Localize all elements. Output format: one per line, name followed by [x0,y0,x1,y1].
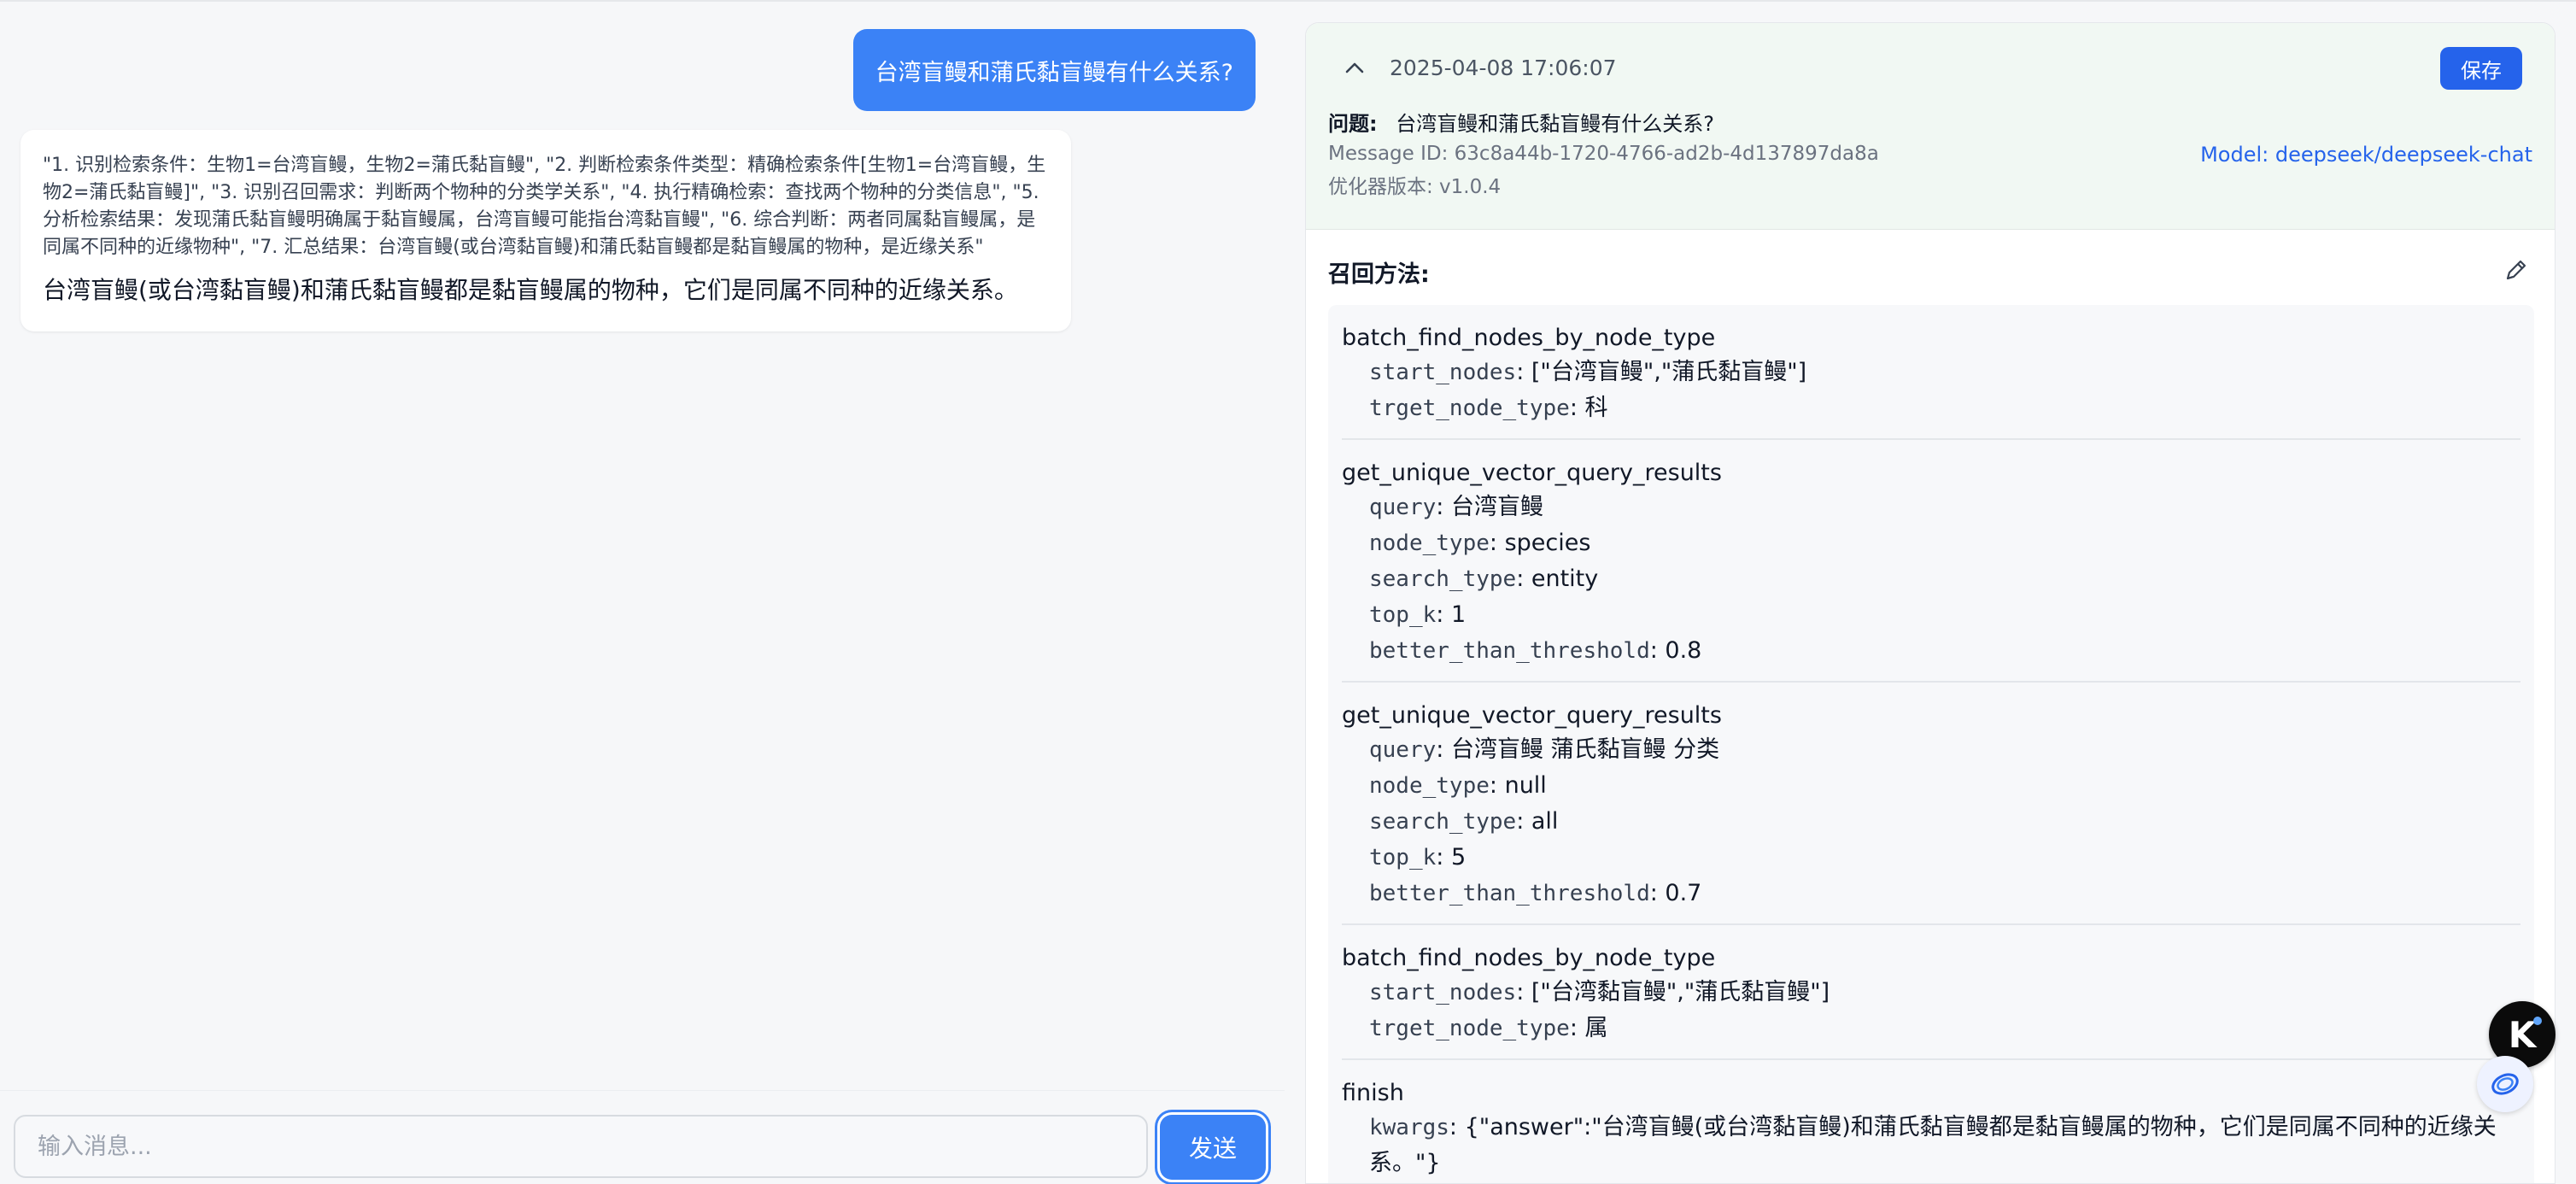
message-id: Message ID: 63c8a44b-1720-4766-ad2b-4d13… [1328,143,1879,165]
param-key: search_type [1369,809,1517,835]
method-param: start_nodes: ["台湾盲鳗","蒲氏黏盲鳗"] [1342,355,2520,390]
param-key: top_k [1369,845,1437,870]
method-param: node_type: null [1342,768,2520,804]
param-key: start_nodes [1369,980,1517,1005]
method-param: trget_node_type: 属 [1342,1011,2520,1046]
param-value: null [1504,772,1547,799]
param-separator: : [1516,566,1531,592]
method-param: top_k: 5 [1342,840,2520,876]
param-separator: : [1649,880,1666,906]
recall-method: get_unique_vector_query_results query: 台湾… [1342,440,2520,683]
param-value: ["台湾盲鳗","蒲氏黏盲鳗"] [1531,359,1807,385]
param-separator: : [1436,601,1451,628]
message-input[interactable] [14,1115,1148,1178]
param-value: {"answer":"台湾盲鳗(或台湾黏盲鳗)和蒲氏黏盲鳗都是黏盲鳗属的物种，它… [1369,1114,2497,1176]
param-key: query [1369,737,1437,763]
status-dot [2533,1017,2542,1025]
param-key: start_nodes [1369,360,1517,385]
param-separator: : [1649,637,1666,664]
param-key: search_type [1369,566,1517,592]
method-param: start_nodes: ["台湾黏盲鳗","蒲氏黏盲鳗"] [1342,975,2520,1011]
param-value: 1 [1450,601,1467,628]
assistant-reasoning-steps: "1. 识别检索条件：生物1=台湾盲鳗，生物2=蒲氏黏盲鳗", "2. 判断检索… [43,155,1046,258]
param-key: better_than_threshold [1369,638,1650,664]
method-param: query: 台湾盲鳗 [1342,489,2520,525]
param-value: species [1504,530,1591,556]
method-param: kwargs: {"answer":"台湾盲鳗(或台湾黏盲鳗)和蒲氏黏盲鳗都是黏… [1342,1110,2520,1181]
optimizer-version: 优化器版本: v1.0.4 [1328,176,1502,198]
question-text: 台湾盲鳗和蒲氏黏盲鳗有什么关系? [1396,112,1714,136]
param-separator: : [1436,844,1451,870]
param-value: 台湾盲鳗 [1450,494,1543,520]
method-name: get_unique_vector_query_results [1342,460,1722,486]
method-param: better_than_threshold: 0.8 [1342,633,2520,669]
recall-methods-list: batch_find_nodes_by_node_type start_nodes… [1328,305,2534,1183]
method-name: finish [1342,1080,1404,1106]
param-value: ["台湾黏盲鳗","蒲氏黏盲鳗"] [1531,979,1830,1005]
message-meta: 2025-04-08 17:06:07 保存 问题: 台湾盲鳗和蒲氏黏盲鳗有什么… [1306,23,2555,230]
param-key: node_type [1369,773,1490,799]
param-separator: : [1436,494,1451,520]
param-separator: : [1516,359,1531,385]
param-key: better_than_threshold [1369,881,1650,906]
param-separator: : [1489,530,1505,556]
user-message-bubble: 台湾盲鳗和蒲氏黏盲鳗有什么关系? [852,29,1256,111]
method-param: node_type: species [1342,525,2520,561]
recall-method: get_unique_vector_query_results query: 台湾… [1342,683,2520,925]
param-value: 属 [1584,1015,1608,1041]
param-separator: : [1569,395,1585,421]
param-separator: : [1516,979,1531,1005]
param-separator: : [1436,736,1451,763]
assistant-message-card: "1. 识别检索条件：生物1=台湾盲鳗，生物2=蒲氏黏盲鳗", "2. 判断检索… [20,130,1071,331]
ai-assistant-icon[interactable] [2477,1056,2533,1112]
param-value: all [1531,808,1559,835]
chevron-up-icon[interactable] [1342,56,1367,81]
param-key: node_type [1369,530,1490,556]
k-assistant-glyph: K [2508,1013,2537,1056]
user-message-text: 台湾盲鳗和蒲氏黏盲鳗有什么关系? [875,59,1233,86]
question-label: 问题: [1328,112,1378,136]
param-separator: : [1449,1114,1465,1140]
chat-panel: 台湾盲鳗和蒲氏黏盲鳗有什么关系? "1. 识别检索条件：生物1=台湾盲鳗，生物2… [0,2,1285,1184]
detail-panel: 2025-04-08 17:06:07 保存 问题: 台湾盲鳗和蒲氏黏盲鳗有什么… [1305,22,2556,1184]
param-key: kwargs [1369,1115,1449,1140]
param-key: trget_node_type [1369,396,1570,421]
save-button[interactable]: 保存 [2440,47,2522,90]
assistant-answer: 台湾盲鳗(或台湾黏盲鳗)和蒲氏黏盲鳗都是黏盲鳗属的物种，它们是同属不同种的近缘关… [43,276,1018,304]
param-value: 0.7 [1665,880,1702,906]
param-value: entity [1531,566,1599,592]
param-key: query [1369,495,1437,520]
param-value: 科 [1584,395,1608,421]
send-button[interactable]: 发送 [1160,1115,1266,1180]
param-separator: : [1569,1015,1585,1041]
recall-method: batch_find_nodes_by_node_type start_nodes… [1342,925,2520,1060]
edit-pencil-icon[interactable] [2502,255,2531,284]
method-param: better_than_threshold: 0.7 [1342,876,2520,911]
recall-method: finish kwargs: {"answer":"台湾盲鳗(或台湾黏盲鳗)和蒲氏… [1342,1060,2520,1183]
model-link[interactable]: Model: deepseek/deepseek-chat [2200,143,2532,167]
param-key: top_k [1369,602,1437,628]
method-param: trget_node_type: 科 [1342,390,2520,426]
param-value: 0.8 [1665,637,1702,664]
method-name: batch_find_nodes_by_node_type [1342,325,1716,351]
method-param: search_type: all [1342,804,2520,840]
recall-method: batch_find_nodes_by_node_type start_nodes… [1342,305,2520,440]
question-row: 问题: 台湾盲鳗和蒲氏黏盲鳗有什么关系? [1328,107,1714,137]
message-timestamp: 2025-04-08 17:06:07 [1390,56,1617,80]
param-value: 5 [1450,844,1467,870]
param-separator: : [1516,808,1531,835]
method-param: top_k: 1 [1342,597,2520,633]
param-separator: : [1489,772,1505,799]
method-name: batch_find_nodes_by_node_type [1342,945,1716,971]
recall-methods-title: 召回方法: [1328,261,1430,288]
message-composer: 发送 [0,1090,1285,1184]
method-param: search_type: entity [1342,561,2520,597]
method-name: get_unique_vector_query_results [1342,702,1722,729]
param-key: trget_node_type [1369,1016,1570,1041]
param-value: 台湾盲鳗 蒲氏黏盲鳗 分类 [1450,736,1720,763]
method-param: query: 台湾盲鳗 蒲氏黏盲鳗 分类 [1342,732,2520,768]
